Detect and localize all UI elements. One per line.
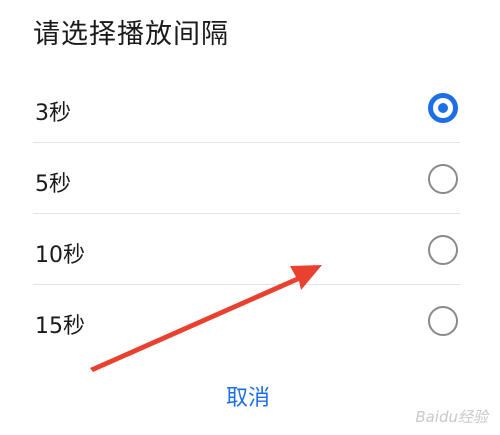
radio-unchecked-icon[interactable] bbox=[428, 235, 458, 265]
radio-unchecked-icon[interactable] bbox=[428, 164, 458, 194]
option-15s[interactable]: 15秒 bbox=[0, 285, 500, 356]
radio-unchecked-icon[interactable] bbox=[428, 306, 458, 336]
interval-option-list: 3秒 5秒 10秒 15秒 bbox=[0, 72, 500, 356]
interval-dialog: 请选择播放间隔 3秒 5秒 10秒 15秒 取消 Baidu经验 bbox=[0, 0, 500, 435]
radio-checked-icon[interactable] bbox=[428, 93, 458, 123]
baidu-watermark: Baidu经验 bbox=[415, 408, 488, 426]
option-5s[interactable]: 5秒 bbox=[0, 143, 500, 214]
option-3s[interactable]: 3秒 bbox=[0, 72, 500, 143]
option-label: 15秒 bbox=[35, 314, 85, 339]
cancel-button[interactable]: 取消 bbox=[200, 382, 296, 416]
dialog-title: 请选择播放间隔 bbox=[33, 19, 229, 50]
option-label: 10秒 bbox=[35, 243, 85, 268]
option-label: 5秒 bbox=[35, 172, 71, 197]
option-10s[interactable]: 10秒 bbox=[0, 214, 500, 285]
option-label: 3秒 bbox=[35, 101, 71, 126]
